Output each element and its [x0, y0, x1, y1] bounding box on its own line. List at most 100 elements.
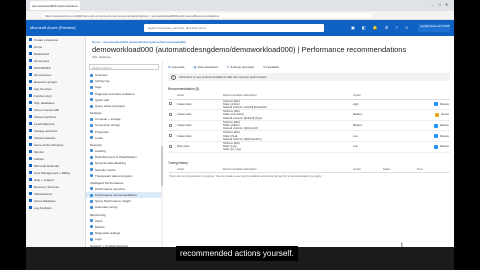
left-nav-item[interactable]: App Services	[26, 85, 85, 92]
close-icon[interactable]: ✕	[444, 2, 449, 7]
row-checkbox[interactable]	[169, 134, 172, 138]
menu-scrollbar-thumb[interactable]	[161, 146, 163, 186]
left-nav-item[interactable]: Help + support	[26, 176, 85, 183]
recommendations-title: Recommendations (5)	[168, 87, 200, 91]
maximize-icon[interactable]: □	[437, 2, 442, 7]
page-title: demoworkload000 (automaticdesngdemo/demo…	[92, 45, 407, 54]
address-bar: https://portal.azure.com/#@microsoft.onm…	[26, 11, 454, 20]
menu-item-icon	[90, 130, 93, 134]
row-action-button[interactable]: Restore	[383, 134, 449, 139]
browser-tab[interactable]: demoworkload000 (automaticdesn...	[30, 1, 80, 10]
command-icon: ♥	[263, 64, 265, 69]
menu-item-label: Performance recommendations	[95, 193, 137, 198]
menu-item-icon	[90, 155, 93, 159]
left-nav-item[interactable]: Cost Management + Billing	[26, 169, 85, 176]
left-nav-item[interactable]: Create a resource	[26, 36, 85, 43]
row-checkbox[interactable]	[169, 112, 172, 116]
left-nav-item[interactable]: Advisor	[26, 155, 85, 162]
row-action-button[interactable]: Restore	[383, 102, 449, 107]
table-row[interactable]: Create index Schema: [dbo] Table: [Post] In…	[168, 130, 450, 142]
command-label: Automate	[171, 64, 185, 69]
left-nav-item[interactable]: FAVORITES	[26, 64, 85, 71]
table-row[interactable]: Drop index Schema: [dbo] Table: [Log] Index…	[168, 141, 450, 153]
command-button[interactable]: ▤ View discarded	[193, 64, 218, 69]
left-nav-item[interactable]: SQL databases	[26, 99, 85, 106]
menu-item-icon	[90, 187, 93, 191]
left-nav-item[interactable]: Azure Cosmos DB	[26, 106, 85, 113]
column-header[interactable]: Recommendation description	[222, 166, 352, 174]
left-nav-item[interactable]: Virtual networks	[26, 134, 85, 141]
left-nav-item[interactable]: Virtual machines	[26, 113, 85, 120]
nav-item-icon	[29, 199, 32, 202]
left-nav-item[interactable]: Storage accounts	[26, 127, 85, 134]
minimize-icon[interactable]: –	[430, 2, 435, 7]
topbar-icons[interactable]: ▣ ◧ 🔔 ⚙ ? ☺	[351, 25, 412, 30]
left-nav-item[interactable]: Resource groups	[26, 78, 85, 85]
left-nav-item[interactable]: Log Analytics	[26, 204, 85, 211]
left-nav-item[interactable]: Home	[26, 43, 85, 50]
portal-left-nav: Create a resource Home Dashboard All servic…	[26, 36, 86, 247]
menu-search-input[interactable]: Search (Ctrl+/)	[89, 64, 159, 70]
column-header[interactable]	[168, 166, 176, 174]
row-checkbox[interactable]	[169, 144, 172, 148]
status-icon	[433, 144, 438, 149]
description-cell: Schema: [dbo] Table: [Log] Index: [IX_Log]	[222, 141, 352, 153]
left-nav-item[interactable]: Subscriptions	[26, 190, 85, 197]
row-checkbox-cell	[168, 120, 176, 132]
impact-cell: Low	[352, 130, 382, 142]
menu-item-label: Tags	[95, 85, 102, 90]
description-cell: Schema: [dbo] Table: [Post] Indexed column…	[222, 130, 352, 142]
menu-item-icon	[90, 225, 93, 229]
column-header[interactable]: Action	[176, 166, 222, 174]
impact-cell: High	[352, 99, 382, 111]
left-nav-item[interactable]: Dashboard	[26, 50, 85, 57]
command-button[interactable]: ♥ Feedback	[263, 64, 279, 69]
row-action-button[interactable]: Restore	[383, 123, 449, 128]
screen-frame: demoworkload000 (automaticdesn... – □ ✕ …	[26, 0, 454, 270]
left-nav-item[interactable]: Microsoft Defender	[26, 162, 85, 169]
menu-item-label: Connection strings	[95, 123, 120, 128]
left-nav-item[interactable]: Load balancers	[26, 120, 85, 127]
nav-item-icon	[29, 171, 32, 174]
command-button[interactable]: ⚙ Automate	[168, 64, 185, 69]
left-nav-item[interactable]: All resources	[26, 71, 85, 78]
table-row[interactable]: Create index Schema: [dbo] Table: [Article…	[168, 120, 450, 132]
portal-brand[interactable]: Microsoft Azure (Preview)	[30, 25, 76, 30]
menu-item-label: Auditing	[95, 148, 106, 153]
column-header[interactable]: Impact	[352, 166, 382, 174]
row-action-button[interactable]: Restore	[383, 144, 449, 149]
left-nav-item[interactable]: All services	[26, 57, 85, 64]
status-icon	[433, 102, 438, 107]
command-icon: ✎	[226, 64, 230, 69]
action-cell: Create index	[176, 99, 222, 111]
left-nav-item[interactable]: Azure Database	[26, 197, 85, 204]
menu-item-icon	[90, 174, 93, 178]
left-nav-label: Microsoft Defender	[34, 163, 60, 168]
global-search-input[interactable]: Search resources, services, and docs (G+…	[144, 24, 324, 32]
main-pane: ⚙ Automate ▤ View discarded ✎ Settings (previ…	[164, 62, 454, 247]
table-row[interactable]: Create index Schema: [dbo] Table: [Comment…	[168, 109, 450, 121]
left-nav-item[interactable]: Azure Active Directory	[26, 141, 85, 148]
left-nav-item[interactable]: Function App	[26, 92, 85, 99]
column-header[interactable]: Time	[416, 166, 450, 174]
left-nav-label: Virtual machines	[34, 114, 57, 119]
row-checkbox[interactable]	[169, 123, 172, 127]
left-nav-label: FAVORITES	[34, 65, 51, 70]
info-bar[interactable]: i Click here to see recommendations that…	[168, 73, 450, 81]
row-action-button[interactable]: Revert	[383, 112, 449, 117]
breadcrumb[interactable]: Home > demoworkload000 (automaticdesrngd…	[92, 40, 186, 44]
table-row[interactable]: Create index Schema: [dbo] Table: [Article…	[168, 99, 450, 111]
left-nav-label: App Services	[34, 86, 52, 91]
left-nav-item[interactable]: Recovery Services	[26, 183, 85, 190]
column-header[interactable]: Status	[382, 166, 416, 174]
left-nav-item[interactable]: Monitor	[26, 148, 85, 155]
portal-topbar: Microsoft Azure (Preview) Search resourc…	[26, 20, 454, 36]
command-button[interactable]: ✎ Settings (preview)	[226, 64, 255, 69]
menu-item-label: Security Center	[95, 167, 116, 172]
command-icon: ▤	[193, 64, 197, 69]
row-checkbox[interactable]	[169, 102, 172, 106]
user-account[interactable]: user@contoso.com CONTOSO	[418, 24, 450, 32]
url-input[interactable]: https://portal.azure.com/#@microsoft.onm…	[42, 13, 372, 18]
menu-item-label: Query editor (preview)	[95, 104, 125, 109]
row-checkbox-cell	[168, 130, 176, 142]
